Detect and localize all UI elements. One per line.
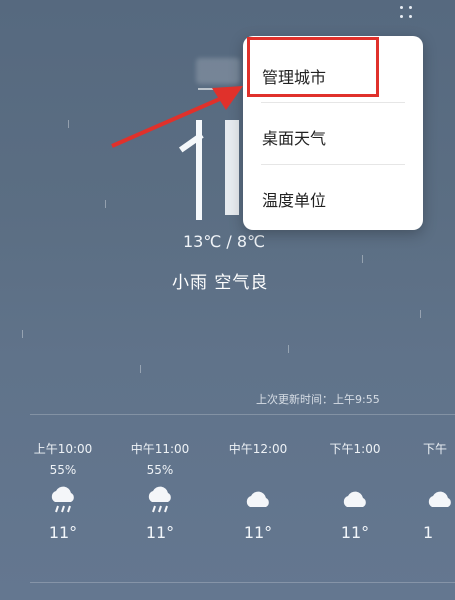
annotation-arrow xyxy=(111,86,243,148)
